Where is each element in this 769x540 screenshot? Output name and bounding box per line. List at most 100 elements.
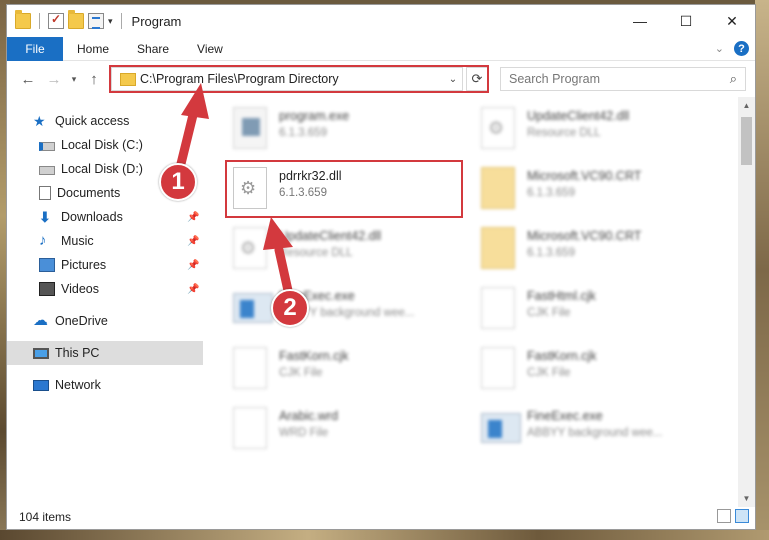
file-name: FastKorn.cjk bbox=[527, 349, 597, 363]
pin-icon[interactable]: 📌 bbox=[187, 260, 199, 271]
document-icon bbox=[481, 347, 515, 389]
sidebar-item-label: This PC bbox=[55, 346, 100, 360]
title-bar: ▾ Program — ☐ ✕ bbox=[7, 5, 755, 37]
sidebar-item-label: OneDrive bbox=[55, 314, 108, 328]
file-item[interactable]: Microsoft.VC90.CRT 6.1.3.659 bbox=[471, 161, 711, 217]
videos-icon bbox=[39, 282, 55, 296]
divider bbox=[120, 13, 122, 29]
properties-check-icon[interactable] bbox=[48, 12, 64, 29]
pin-icon[interactable]: 📌 bbox=[187, 284, 199, 295]
sidebar-item-label: Local Disk (C:) bbox=[61, 138, 143, 152]
sidebar-item-videos[interactable]: Videos 📌 bbox=[7, 277, 203, 301]
search-input[interactable]: Search Program ⌕ bbox=[500, 67, 746, 91]
file-item[interactable]: FineExec.exe ABBYY background wee... bbox=[223, 281, 463, 337]
file-name: FastKorn.cjk bbox=[279, 349, 349, 363]
recent-locations-icon[interactable]: ▾ bbox=[67, 74, 81, 85]
help-icon[interactable]: ? bbox=[734, 41, 749, 56]
chevron-down-icon[interactable]: ▾ bbox=[108, 16, 113, 27]
sidebar-item-label: Network bbox=[55, 378, 101, 392]
folder-icon bbox=[481, 167, 515, 209]
sidebar-item-pictures[interactable]: Pictures 📌 bbox=[7, 253, 203, 277]
divider bbox=[39, 13, 40, 29]
sidebar-item-quick-access[interactable]: ★ Quick access bbox=[7, 109, 203, 133]
network-icon bbox=[33, 379, 49, 391]
folder-icon bbox=[15, 10, 31, 29]
file-meta: CJK File bbox=[527, 307, 571, 319]
star-icon: ★ bbox=[33, 113, 46, 129]
back-arrow-icon[interactable]: ← bbox=[15, 71, 41, 88]
sidebar-item-label: Videos bbox=[61, 282, 99, 296]
expand-ribbon-icon[interactable]: ⌄ bbox=[715, 42, 724, 55]
minimize-button[interactable]: — bbox=[617, 5, 663, 37]
file-name: UpdateClient42.dll bbox=[279, 229, 382, 243]
customize-icon[interactable] bbox=[88, 13, 104, 29]
details-view-icon[interactable] bbox=[717, 509, 731, 523]
file-meta: CJK File bbox=[527, 367, 571, 379]
file-name: Microsoft.VC90.CRT bbox=[527, 169, 642, 183]
document-icon bbox=[233, 347, 267, 389]
window-title: Program bbox=[131, 13, 182, 29]
pictures-icon bbox=[39, 258, 55, 272]
file-item[interactable]: UpdateClient42.dll Resource DLL bbox=[471, 101, 711, 157]
file-name: UpdateClient42.dll bbox=[527, 109, 630, 123]
item-count: 104 items bbox=[19, 510, 72, 524]
file-item[interactable]: FineExec.exe ABBYY background wee... bbox=[471, 401, 711, 457]
document-icon bbox=[481, 287, 515, 329]
forward-arrow-icon[interactable]: → bbox=[41, 71, 67, 88]
step-badge-1: 1 bbox=[159, 163, 197, 201]
file-meta: CJK File bbox=[279, 367, 323, 379]
file-item[interactable]: UpdateClient42.dll Resource DLL bbox=[223, 221, 463, 277]
file-meta: Resource DLL bbox=[279, 247, 353, 259]
cloud-icon: ☁ bbox=[33, 312, 48, 329]
file-meta: 6.1.3.659 bbox=[527, 187, 575, 199]
close-button[interactable]: ✕ bbox=[709, 5, 755, 37]
file-name: Arabic.wrd bbox=[279, 409, 339, 423]
file-meta: ABBYY background wee... bbox=[527, 427, 663, 439]
step-badge-2: 2 bbox=[271, 289, 309, 327]
maximize-button[interactable]: ☐ bbox=[663, 5, 709, 37]
sidebar-item-label: Quick access bbox=[55, 114, 130, 128]
tab-view[interactable]: View bbox=[183, 42, 237, 56]
sidebar-item-local-disk-c[interactable]: Local Disk (C:) bbox=[7, 133, 203, 157]
sidebar-item-this-pc[interactable]: This PC bbox=[7, 341, 203, 365]
dll-file-icon bbox=[233, 227, 267, 269]
sidebar-item-network[interactable]: Network bbox=[7, 373, 203, 397]
view-toggle bbox=[717, 509, 749, 523]
tab-home[interactable]: Home bbox=[63, 42, 123, 56]
file-item[interactable]: program.exe 6.1.3.659 bbox=[223, 101, 463, 157]
document-icon bbox=[233, 407, 267, 449]
file-item[interactable]: Microsoft.VC90.CRT 6.1.3.659 bbox=[471, 221, 711, 277]
sidebar-item-label: Downloads bbox=[61, 210, 123, 224]
search-icon: ⌕ bbox=[729, 71, 737, 86]
file-explorer-window: ▾ Program — ☐ ✕ File Home Share View ⌄ ?… bbox=[6, 4, 756, 530]
scrollbar-thumb[interactable] bbox=[741, 117, 752, 165]
window-controls: — ☐ ✕ bbox=[617, 5, 755, 37]
sidebar-item-music[interactable]: ♪ Music 📌 bbox=[7, 229, 203, 253]
vertical-scrollbar[interactable]: ▲ ▼ bbox=[738, 97, 755, 507]
tiles-view-icon[interactable] bbox=[735, 509, 749, 523]
up-arrow-icon[interactable]: ↑ bbox=[81, 71, 107, 88]
search-placeholder: Search Program bbox=[509, 72, 601, 86]
file-item[interactable]: FastKorn.cjk CJK File bbox=[471, 341, 711, 397]
application-icon bbox=[233, 293, 273, 323]
tab-share[interactable]: Share bbox=[123, 42, 183, 56]
pin-icon[interactable]: 📌 bbox=[187, 212, 199, 223]
file-item[interactable]: FastHtml.cjk CJK File bbox=[471, 281, 711, 337]
file-item[interactable]: Arabic.wrd WRD File bbox=[223, 401, 463, 457]
file-name: FastHtml.cjk bbox=[527, 289, 596, 303]
file-meta: WRD File bbox=[279, 427, 329, 439]
application-icon bbox=[481, 413, 521, 443]
download-icon: ⬇ bbox=[39, 209, 51, 225]
sidebar-item-downloads[interactable]: ⬇ Downloads 📌 bbox=[7, 205, 203, 229]
file-item[interactable]: FastKorn.cjk CJK File bbox=[223, 341, 463, 397]
file-name: Microsoft.VC90.CRT bbox=[527, 229, 642, 243]
new-folder-icon[interactable] bbox=[68, 10, 84, 29]
tab-file[interactable]: File bbox=[7, 36, 63, 61]
scroll-up-icon[interactable]: ▲ bbox=[738, 97, 755, 114]
sidebar-item-onedrive[interactable]: ☁ OneDrive bbox=[7, 309, 203, 333]
file-meta: 6.1.3.659 bbox=[279, 127, 327, 139]
file-meta: Resource DLL bbox=[527, 127, 601, 139]
status-bar: 104 items bbox=[7, 505, 755, 529]
computer-icon bbox=[33, 347, 49, 359]
pin-icon[interactable]: 📌 bbox=[187, 236, 199, 247]
